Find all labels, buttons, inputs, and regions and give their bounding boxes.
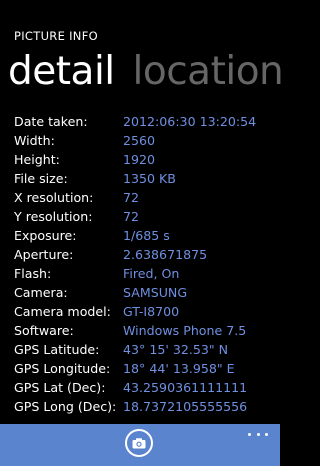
detail-value: SAMSUNG [123,285,188,300]
detail-row-gps-longitude: GPS Longitude: 18° 44' 13.958" E [14,359,280,378]
detail-label: Date taken: [14,114,88,129]
detail-row-date-taken: Date taken: 2012:06:30 13:20:54 [14,112,280,131]
detail-value: Fired, On [123,266,180,281]
detail-row-software: Software: Windows Phone 7.5 [14,321,280,340]
detail-row-width: Width: 2560 [14,131,280,150]
detail-label: Camera model: [14,304,111,319]
detail-label: X resolution: [14,190,94,205]
detail-row-y-resolution: Y resolution: 72 [14,207,280,226]
detail-value: 72 [123,190,140,205]
detail-value: Windows Phone 7.5 [123,323,247,338]
camera-button[interactable] [125,429,153,457]
ellipsis-icon [256,432,260,436]
detail-row-x-resolution: X resolution: 72 [14,188,280,207]
detail-row-height: Height: 1920 [14,150,280,169]
detail-value: 18° 44' 13.958" E [123,361,235,376]
pivot-header: detail location [8,48,289,96]
tab-detail[interactable]: detail [8,48,115,96]
app-bar [0,424,280,466]
detail-label: GPS Latitude: [14,342,100,357]
detail-value: GT-I8700 [123,304,180,319]
ellipsis-icon [248,432,251,436]
detail-value: 1350 KB [123,171,176,186]
detail-label: Y resolution: [14,209,93,224]
detail-label: Height: [14,152,60,167]
detail-label: Exposure: [14,228,77,243]
detail-value: 43.2590361111111 [123,380,248,395]
detail-row-camera-model: Camera model: GT-I8700 [14,302,280,321]
detail-label: Width: [14,133,55,148]
detail-row-flash: Flash: Fired, On [14,264,280,283]
detail-label: GPS Lat (Dec): [14,380,106,395]
detail-value: 1920 [123,152,156,167]
detail-label: GPS Longitude: [14,361,111,376]
detail-row-file-size: File size: 1350 KB [14,169,280,188]
detail-label: Camera: [14,285,68,300]
detail-row-gps-latitude: GPS Latitude: 43° 15' 32.53" N [14,340,280,359]
details-list: Date taken: 2012:06:30 13:20:54 Width: 2… [14,112,280,414]
detail-value: 72 [123,209,140,224]
detail-row-aperture: Aperture: 2.638671875 [14,245,280,264]
detail-label: Software: [14,323,74,338]
detail-value: 2.638671875 [123,247,208,262]
detail-row-gps-lat-dec: GPS Lat (Dec): 43.2590361111111 [14,378,280,397]
tab-location[interactable]: location [133,48,284,96]
detail-value: 1/685 s [123,228,170,243]
detail-label: Aperture: [14,247,74,262]
detail-row-gps-long-dec: GPS Long (Dec): 18.7372105555556 [14,397,280,416]
detail-label: File size: [14,171,68,186]
detail-value: 18.7372105555556 [123,399,248,414]
more-options-button[interactable] [248,427,268,441]
detail-row-camera: Camera: SAMSUNG [14,283,280,302]
detail-label: Flash: [14,266,52,281]
camera-icon [132,437,146,448]
app-title: PICTURE INFO [14,29,98,43]
ellipsis-icon [265,432,268,436]
detail-label: GPS Long (Dec): [14,399,117,414]
detail-value: 2560 [123,133,156,148]
detail-value: 43° 15' 32.53" N [123,342,229,357]
detail-value: 2012:06:30 13:20:54 [123,114,257,129]
detail-row-exposure: Exposure: 1/685 s [14,226,280,245]
